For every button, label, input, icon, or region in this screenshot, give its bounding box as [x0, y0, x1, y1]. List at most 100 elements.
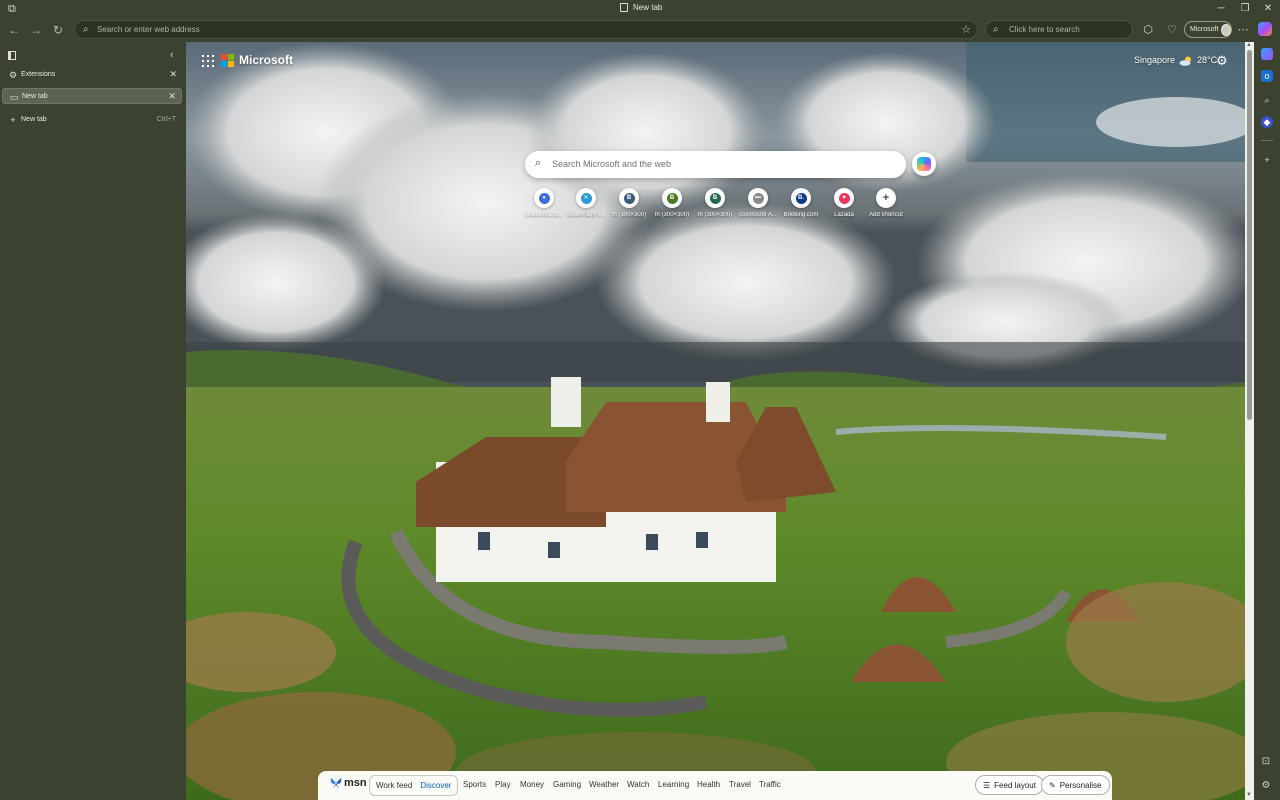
- extensions-gear-icon: ⚙: [8, 70, 18, 80]
- brand-text: Microsoft: [239, 53, 293, 67]
- m365-icon[interactable]: ◆: [1261, 116, 1273, 128]
- shortcut-tile[interactable]: B. Booking.com: [780, 188, 822, 222]
- weather-widget[interactable]: Singapore 28°C: [1134, 55, 1218, 66]
- toolbar-search-box[interactable]: ⌕ Click here to search: [985, 20, 1133, 39]
- msn-logo-text: msn: [344, 777, 367, 789]
- ntp-search-box[interactable]: ⌕ Search Microsoft and the web: [525, 151, 906, 178]
- new-tab-button[interactable]: + New tab Ctrl+T: [2, 112, 182, 128]
- shortcut-tile[interactable]: ••• cosmos08 A...: [737, 188, 779, 222]
- feed-layout-button[interactable]: ☰ Feed layout: [975, 775, 1044, 795]
- tab-work-feed[interactable]: Work feed: [374, 779, 414, 792]
- msn-feed-bar: msn Work feed Discover Sports Play Money…: [318, 771, 1112, 800]
- shortcut-glyph: B: [623, 192, 635, 204]
- tab-discover[interactable]: Discover: [418, 779, 453, 792]
- nav-learning[interactable]: Learning: [658, 780, 689, 789]
- browser-essentials-icon[interactable]: ♡: [1164, 22, 1180, 38]
- scrollbar-thumb[interactable]: [1247, 50, 1252, 420]
- profile-button[interactable]: Microsoft: [1184, 21, 1232, 38]
- nav-health[interactable]: Health: [697, 780, 720, 789]
- copilot-icon[interactable]: [1258, 22, 1272, 36]
- copilot-sidebar-icon[interactable]: [1261, 48, 1273, 60]
- weather-temp: 28°C: [1197, 55, 1218, 65]
- shortcut-tile[interactable]: Bth (300×300): [694, 188, 736, 222]
- favorite-star-icon[interactable]: ☆: [961, 23, 971, 36]
- page-icon: [620, 3, 628, 12]
- weather-city: Singapore: [1134, 55, 1176, 65]
- more-menu-icon[interactable]: ⋯: [1235, 22, 1251, 38]
- shortcut-glyph: ♥: [838, 192, 850, 204]
- scroll-down-arrow-icon[interactable]: ▼: [1246, 792, 1252, 798]
- shortcut-tile[interactable]: ● prod.ohrc.pt...: [523, 188, 565, 222]
- search-icon: ⌕: [535, 157, 542, 169]
- forward-button[interactable]: →: [28, 22, 44, 38]
- minimize-button[interactable]: ─: [1210, 2, 1232, 16]
- copilot-search-button[interactable]: [912, 152, 936, 176]
- apps-launcher-icon[interactable]: [202, 55, 214, 67]
- refresh-button[interactable]: ↻: [50, 22, 66, 38]
- shortcut-tile[interactable]: ✕ SuperAlign s...: [565, 188, 607, 222]
- plus-icon: +: [876, 188, 896, 208]
- title-bar: ⧉ New tab ─ ❐ ✕: [0, 0, 1280, 18]
- partly-cloudy-icon: [1179, 56, 1193, 66]
- avatar: [1221, 23, 1231, 36]
- tab-extensions[interactable]: ⚙ Extensions ✕: [2, 67, 182, 83]
- nav-traffic[interactable]: Traffic: [759, 780, 781, 789]
- add-sidebar-app-icon[interactable]: +: [1261, 154, 1273, 166]
- tab-actions-icon[interactable]: [8, 51, 16, 60]
- nav-watch[interactable]: Watch: [627, 780, 649, 789]
- shortcut-tile[interactable]: Bth (300×300): [608, 188, 650, 222]
- address-placeholder: Search or enter web address: [97, 25, 200, 34]
- microsoft-logo[interactable]: Microsoft: [221, 53, 293, 67]
- msn-logo[interactable]: msn: [330, 777, 367, 789]
- address-bar[interactable]: ⌕ Search or enter web address ☆: [74, 20, 978, 39]
- hide-sidebar-icon[interactable]: ⊡: [1258, 756, 1274, 770]
- personalise-label: Personalise: [1059, 780, 1102, 790]
- workspaces-icon[interactable]: ⧉: [8, 3, 20, 15]
- shortcut-glyph: B: [666, 192, 678, 204]
- letter-b-icon: B: [662, 188, 682, 208]
- shortcut-glyph: B.: [795, 192, 807, 204]
- feed-switcher: Work feed Discover: [369, 775, 459, 796]
- quick-links: ● prod.ohrc.pt... ✕ SuperAlign s... Bth (300…: [523, 188, 903, 222]
- close-window-button[interactable]: ✕: [1257, 2, 1279, 16]
- shortcut-tile[interactable]: Bth (300×300): [651, 188, 693, 222]
- letter-b-icon: B: [619, 188, 639, 208]
- shortcut-tile[interactable]: + Add shortcut: [865, 188, 907, 222]
- letter-b-icon: B: [705, 188, 725, 208]
- outlook-icon[interactable]: o: [1261, 70, 1273, 82]
- layout-sliders-icon: ☰: [983, 780, 991, 790]
- search-icon[interactable]: ⌕: [1261, 94, 1273, 106]
- tab-label: Extensions: [21, 71, 56, 78]
- msn-butterfly-icon: [330, 777, 342, 789]
- back-button[interactable]: ←: [6, 22, 22, 38]
- shortcut-glyph: ●: [538, 192, 550, 204]
- close-tab-icon[interactable]: ✕: [169, 69, 177, 80]
- nav-weather[interactable]: Weather: [589, 780, 619, 789]
- page-settings-gear-icon[interactable]: ⚙: [1216, 53, 1228, 69]
- dots-icon: •••: [748, 188, 768, 208]
- window-title-text: New tab: [633, 3, 663, 12]
- nav-gaming[interactable]: Gaming: [553, 780, 581, 789]
- nav-play[interactable]: Play: [495, 780, 511, 789]
- restore-button[interactable]: ❐: [1234, 2, 1256, 16]
- nav-sports[interactable]: Sports: [463, 780, 486, 789]
- nav-money[interactable]: Money: [520, 780, 544, 789]
- lazada-heart-icon: ♥: [834, 188, 854, 208]
- personalise-button[interactable]: ✎ Personalise: [1041, 775, 1110, 795]
- tab-new-tab[interactable]: ▭ New tab ✕: [2, 88, 182, 104]
- toolbar-search-placeholder: Click here to search: [1009, 25, 1080, 34]
- page-scrollbar[interactable]: ▲ ▼: [1245, 42, 1254, 800]
- edge-sidebar: o ⌕ ◆ +: [1254, 42, 1280, 800]
- nav-travel[interactable]: Travel: [729, 780, 751, 789]
- shortcut-glyph: ✕: [580, 192, 592, 204]
- collapse-pane-icon[interactable]: ‹: [170, 49, 174, 61]
- shortcut-tile[interactable]: ♥ Lazada: [823, 188, 865, 222]
- search-icon: ⌕: [83, 24, 89, 35]
- scroll-up-arrow-icon[interactable]: ▲: [1246, 42, 1252, 48]
- window-title: New tab: [620, 3, 662, 12]
- close-tab-icon[interactable]: ✕: [168, 91, 176, 102]
- shortcut-glyph: •••: [752, 192, 764, 204]
- superalign-icon: ✕: [576, 188, 596, 208]
- extensions-puzzle-icon[interactable]: ⬡: [1140, 22, 1156, 38]
- sidebar-settings-gear-icon[interactable]: ⚙: [1258, 780, 1274, 794]
